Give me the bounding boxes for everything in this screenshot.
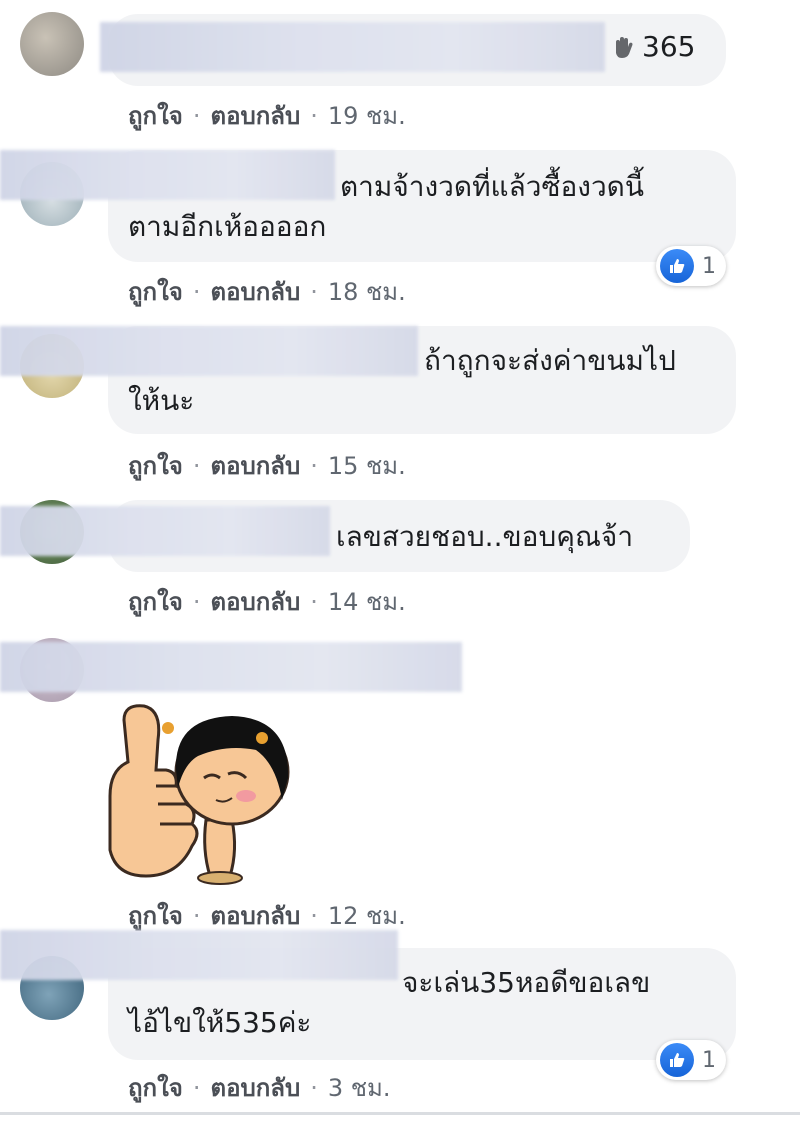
timestamp[interactable]: 15 ชม. (328, 446, 406, 485)
timestamp[interactable]: 3 ชม. (328, 1068, 391, 1107)
divider (0, 1112, 800, 1115)
separator: · (310, 101, 318, 130)
comment-text-line1: ตามจ้างวดที่แล้วซื้องวดนี้ (340, 170, 644, 203)
comment-text-line1: เลขสวยชอบ..ขอบคุณจ้า (336, 520, 634, 553)
separator: · (192, 587, 201, 616)
hand-icon (616, 36, 633, 58)
reply-link[interactable]: ตอบกลับ (210, 272, 300, 311)
thumbs-up-icon (660, 249, 694, 283)
reply-link[interactable]: ตอบกลับ (210, 446, 300, 485)
avatar[interactable] (20, 12, 84, 76)
thumbs-up-girl-sticker (108, 704, 290, 885)
timestamp[interactable]: 14 ชม. (328, 582, 406, 621)
comment-meta: ถูกใจ · ตอบกลับ · 19 ชม. (128, 96, 406, 135)
timestamp[interactable]: 19 ชม. (328, 96, 406, 135)
like-link[interactable]: ถูกใจ (128, 1068, 183, 1107)
separator: · (192, 451, 201, 480)
like-link[interactable]: ถูกใจ (128, 446, 183, 485)
comment-meta: ถูกใจ · ตอบกลับ · 15 ชม. (128, 446, 406, 485)
like-link[interactable]: ถูกใจ (128, 272, 183, 311)
separator: · (310, 901, 318, 930)
separator: · (192, 101, 201, 130)
blurred-name (0, 150, 335, 200)
inline-reaction[interactable]: 365 (610, 30, 695, 63)
comment-text-line1: ถ้าถูกจะส่งค่าขนมไป (424, 344, 676, 377)
like-count-pill[interactable]: 1 (656, 1040, 726, 1080)
like-count-pill[interactable]: 1 (656, 246, 726, 286)
separator: · (310, 451, 318, 480)
timestamp[interactable]: 18 ชม. (328, 272, 406, 311)
thumbs-up-icon (660, 1043, 694, 1077)
like-count: 1 (702, 253, 716, 279)
comment-text-line2: ให้นะ (128, 384, 195, 417)
blurred-name (100, 22, 605, 72)
separator: · (310, 587, 318, 616)
reply-link[interactable]: ตอบกลับ (210, 1068, 300, 1107)
like-count: 1 (702, 1047, 716, 1073)
like-link[interactable]: ถูกใจ (128, 96, 183, 135)
blurred-name (0, 930, 398, 980)
separator: · (192, 901, 201, 930)
blurred-name (0, 506, 330, 556)
comment-meta: ถูกใจ · ตอบกลับ · 14 ชม. (128, 582, 406, 621)
comment-meta: ถูกใจ · ตอบกลับ · 3 ชม. (128, 1068, 390, 1107)
separator: · (310, 1073, 318, 1102)
reply-link[interactable]: ตอบกลับ (210, 96, 300, 135)
separator: · (310, 277, 318, 306)
comment-text-line2: ตามอีกเห้ออออก (128, 210, 327, 243)
comment-text-line2: ไอ้ไขให้535ค่ะ (128, 1006, 312, 1039)
blurred-name (0, 642, 462, 692)
separator: · (192, 277, 201, 306)
comment-text-line1: จะเล่น35หอดีขอเลข (402, 966, 651, 999)
blurred-name (0, 326, 418, 376)
inline-reaction-count: 365 (642, 30, 696, 63)
like-link[interactable]: ถูกใจ (128, 582, 183, 621)
reply-link[interactable]: ตอบกลับ (210, 582, 300, 621)
separator: · (192, 1073, 201, 1102)
comment-meta: ถูกใจ · ตอบกลับ · 18 ชม. (128, 272, 406, 311)
